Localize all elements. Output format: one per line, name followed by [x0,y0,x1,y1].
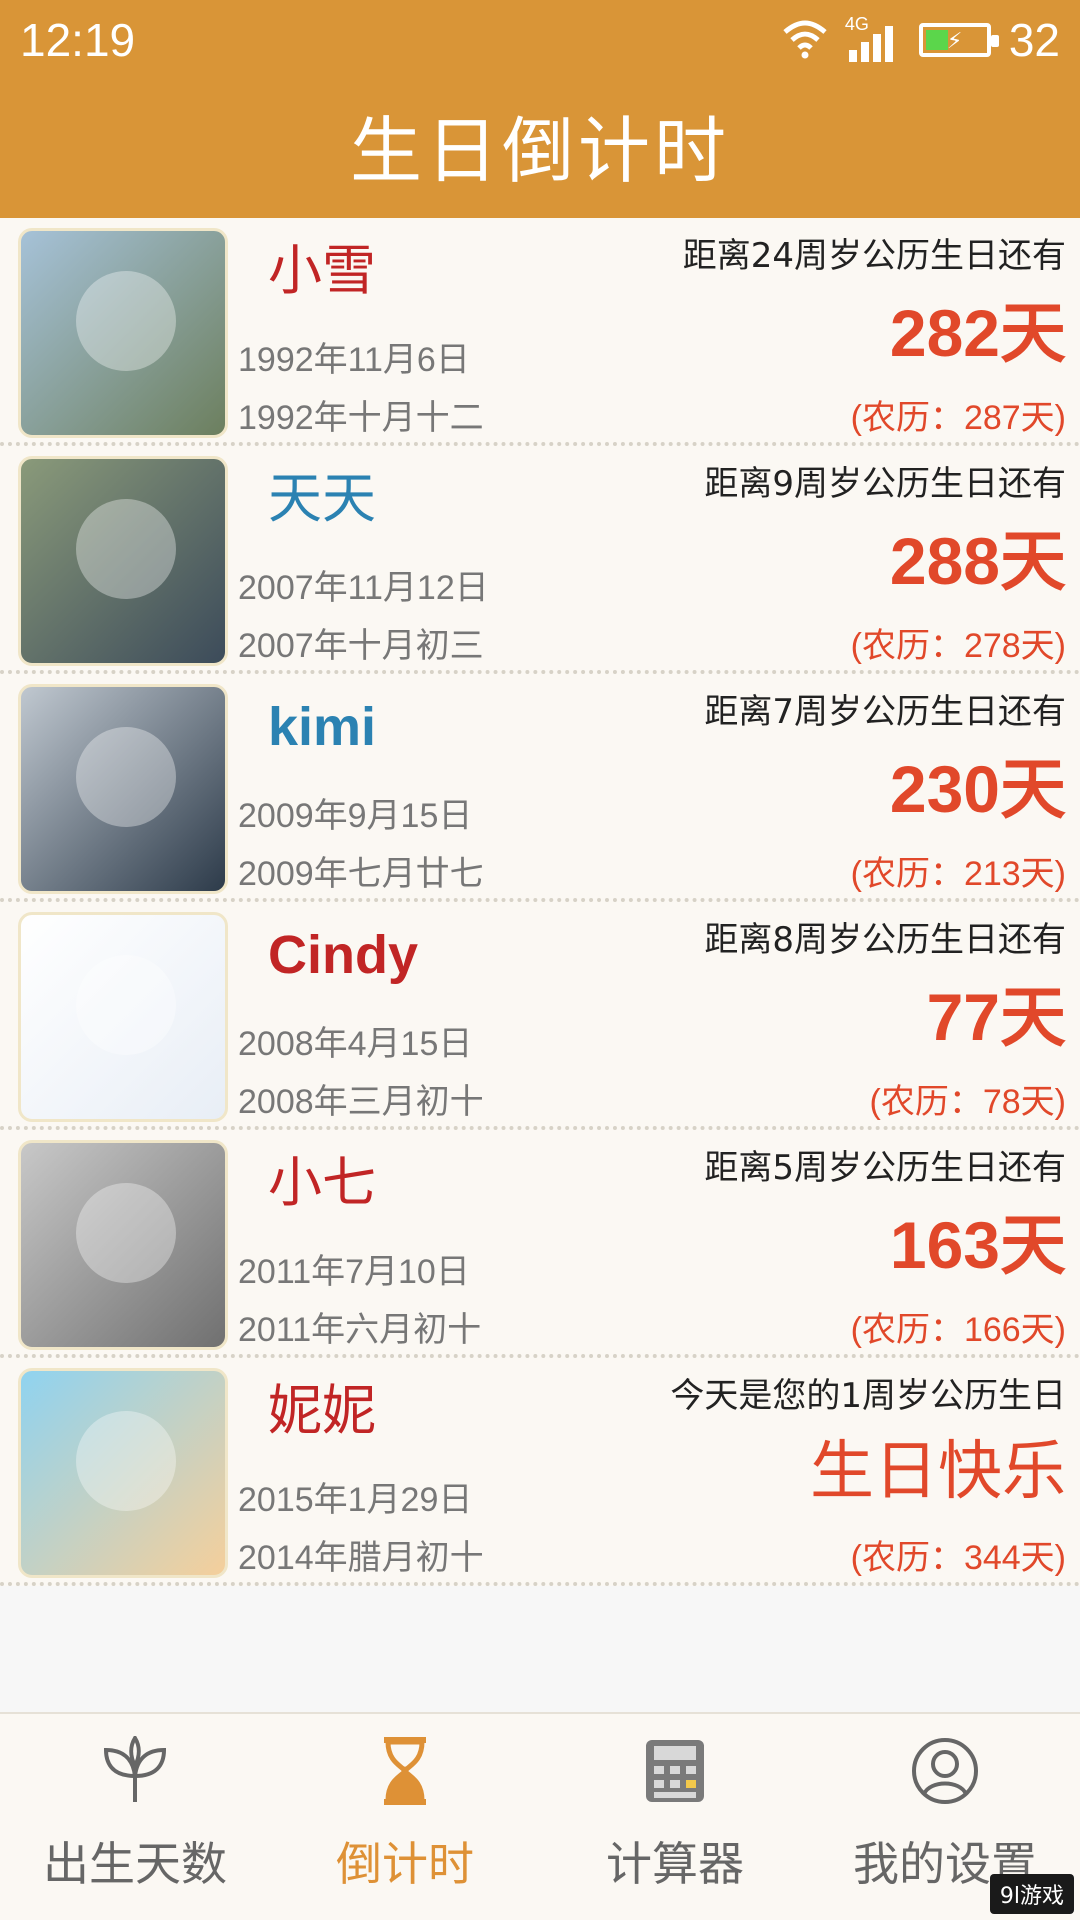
watermark: 9l游戏 [989,1874,1074,1914]
network-type: 4G [844,14,869,34]
person-name: 小七 [268,1151,376,1214]
tab-label: 计算器 [606,1837,744,1891]
status-icons: 4G ⚡ 32 [783,12,1060,68]
days-remaining: 288天 [889,524,1066,598]
hourglass-icon [384,1737,426,1805]
person-name: 天天 [268,467,376,530]
wifi-icon [783,20,827,59]
user-icon [912,1738,978,1804]
tab-countdown[interactable]: 倒计时 [270,1714,540,1920]
signal-icon: 4G [844,14,901,64]
sprout-icon [103,1736,167,1802]
avatar [18,228,228,438]
tab-label: 倒计时 [336,1837,474,1891]
list-item[interactable]: kimi 2009年9月15日 2009年七月廿七 距离7周岁公历生日还有 23… [0,674,1080,902]
lunar-birthday: 2014年腊月初十 [238,1539,484,1577]
solar-birthday: 2007年11月12日 [238,569,489,607]
person-name: kimi [268,697,377,757]
lunar-days-remaining: (农历：166天) [850,1311,1066,1349]
page-title: 生日倒计时 [349,109,730,193]
avatar [18,1368,228,1578]
solar-birthday: 2008年4月15日 [238,1025,473,1063]
lunar-birthday: 2009年七月廿七 [238,855,484,893]
solar-birthday: 2009年9月15日 [238,797,473,835]
days-remaining: 77天 [926,980,1066,1054]
days-remaining: 230天 [889,752,1066,826]
lunar-days-remaining: (农历：213天) [850,855,1066,893]
person-name: Cindy [268,925,419,985]
bottom-tab-bar: 出生天数 倒计时 计算器 我的设置 [0,1712,1080,1920]
lunar-birthday: 2011年六月初十 [238,1311,482,1349]
avatar [18,1140,228,1350]
lunar-days-remaining: (农历：344天) [850,1539,1066,1577]
list-item[interactable]: 小七 2011年7月10日 2011年六月初十 距离5周岁公历生日还有 163天… [0,1130,1080,1358]
countdown-caption: 距离9周岁公历生日还有 [704,464,1066,504]
lunar-days-remaining: (农历：278天) [850,627,1066,665]
battery-percent: 32 [1008,14,1060,66]
birthday-greeting: 生日快乐 [810,1435,1066,1509]
countdown-caption: 距离5周岁公历生日还有 [704,1148,1066,1188]
avatar [18,456,228,666]
person-name: 妮妮 [268,1379,376,1442]
countdown-caption: 距离24周岁公历生日还有 [682,236,1066,276]
tab-label: 出生天数 [43,1837,227,1891]
tab-calculator[interactable]: 计算器 [540,1714,810,1920]
days-remaining: 163天 [889,1208,1066,1282]
tab-birth-days[interactable]: 出生天数 [0,1714,270,1920]
countdown-caption: 距离7周岁公历生日还有 [704,692,1066,732]
person-name: 小雪 [268,239,376,302]
status-time: 12:19 [20,14,136,66]
solar-birthday: 1992年11月6日 [238,341,470,379]
birthday-list: 小雪 1992年11月6日 1992年十月十二 距离24周岁公历生日还有 282… [0,218,1080,1586]
lunar-days-remaining: (农历：287天) [850,399,1066,437]
countdown-caption: 距离8周岁公历生日还有 [704,920,1066,960]
lunar-birthday: 2008年三月初十 [238,1083,484,1121]
battery-icon: ⚡ [918,23,999,57]
list-item[interactable]: 天天 2007年11月12日 2007年十月初三 距离9周岁公历生日还有 288… [0,446,1080,674]
list-item[interactable]: 妮妮 2015年1月29日 2014年腊月初十 今天是您的1周岁公历生日 生日快… [0,1358,1080,1586]
list-item[interactable]: 小雪 1992年11月6日 1992年十月十二 距离24周岁公历生日还有 282… [0,218,1080,446]
lunar-birthday: 2007年十月初三 [238,627,484,665]
avatar [18,684,228,894]
status-bar: 12:19 4G ⚡ 32 [0,0,1080,80]
days-remaining: 282天 [889,296,1066,370]
solar-birthday: 2011年7月10日 [238,1253,470,1291]
list-item[interactable]: Cindy 2008年4月15日 2008年三月初十 距离8周岁公历生日还有 7… [0,902,1080,1130]
solar-birthday: 2015年1月29日 [238,1481,473,1519]
app-header: 12:19 4G ⚡ 32 生日倒计时 [0,0,1080,218]
lunar-days-remaining: (农历：78天) [869,1083,1066,1121]
calculator-icon [646,1740,704,1802]
avatar [18,912,228,1122]
lunar-birthday: 1992年十月十二 [238,399,484,437]
countdown-caption: 今天是您的1周岁公历生日 [670,1376,1066,1416]
